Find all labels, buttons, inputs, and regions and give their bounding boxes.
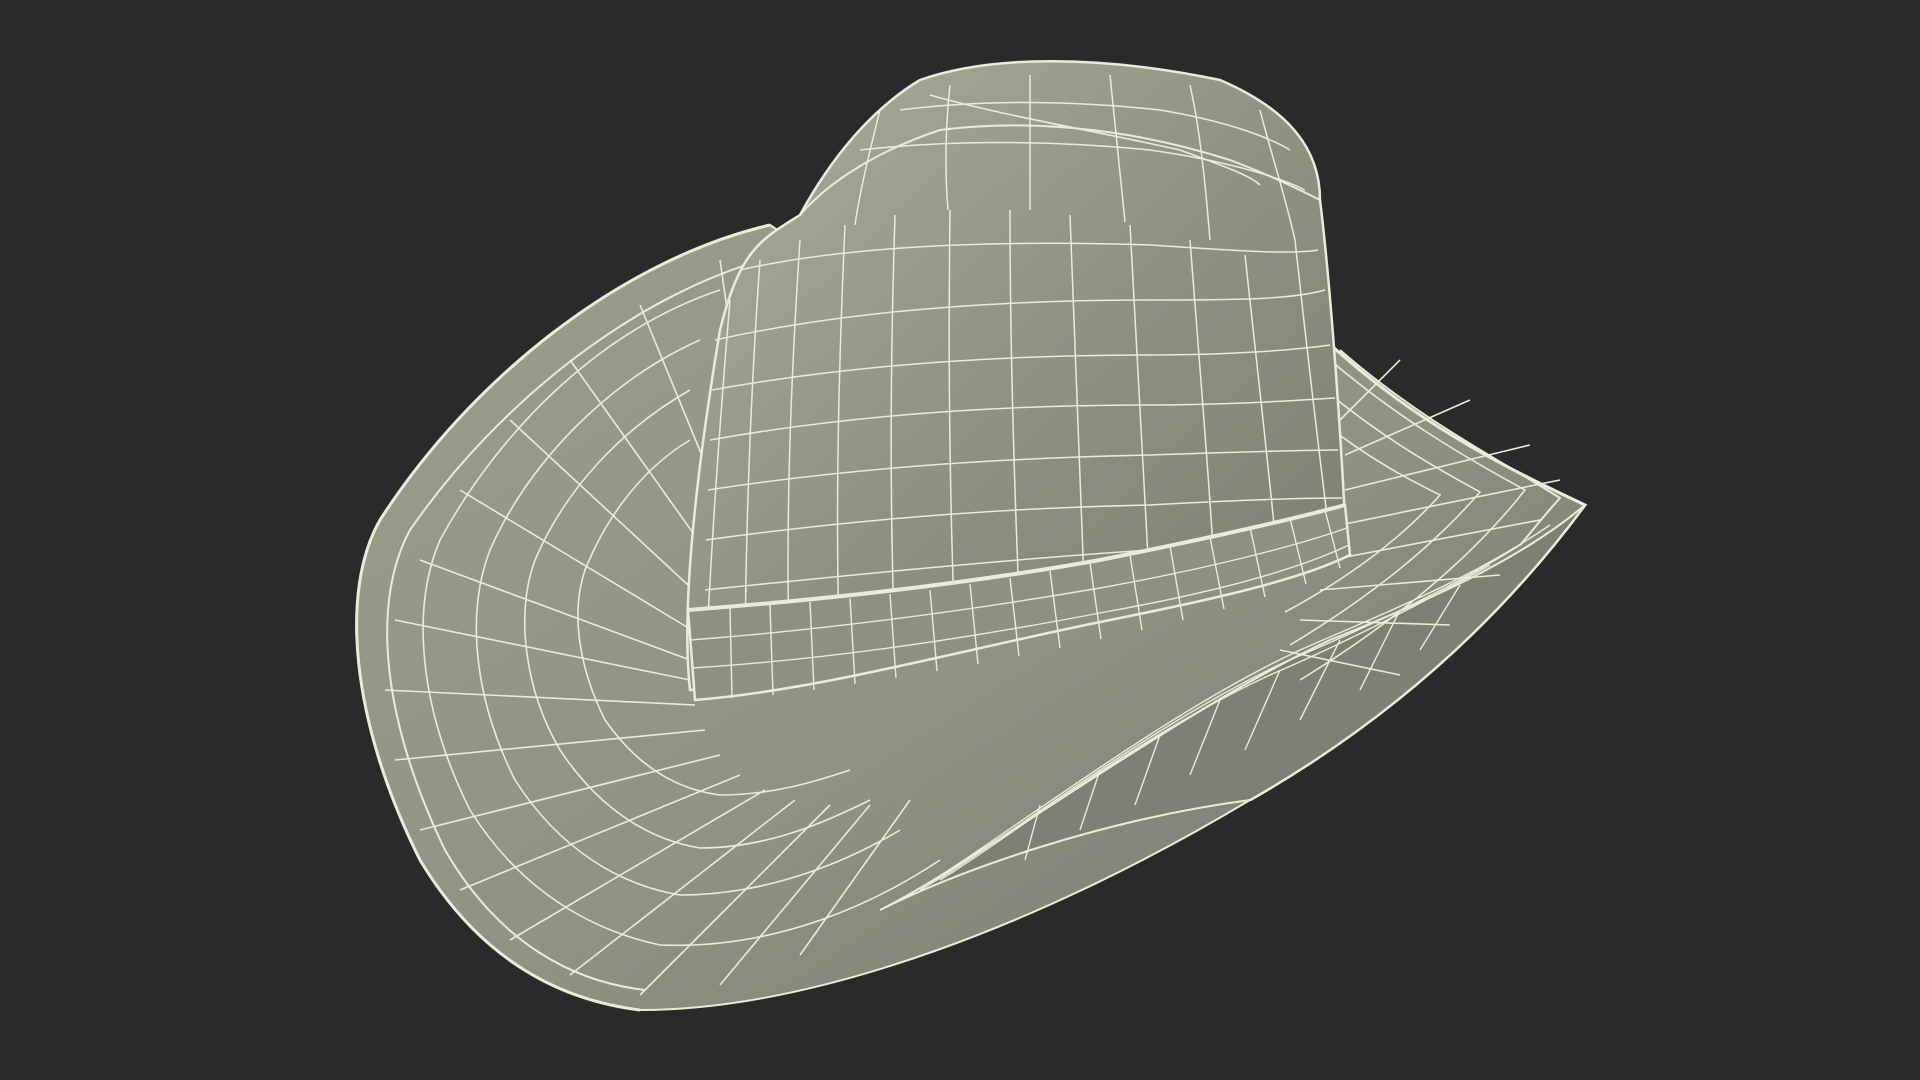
render-viewport xyxy=(0,0,1920,1080)
hat-render xyxy=(355,60,1588,1012)
